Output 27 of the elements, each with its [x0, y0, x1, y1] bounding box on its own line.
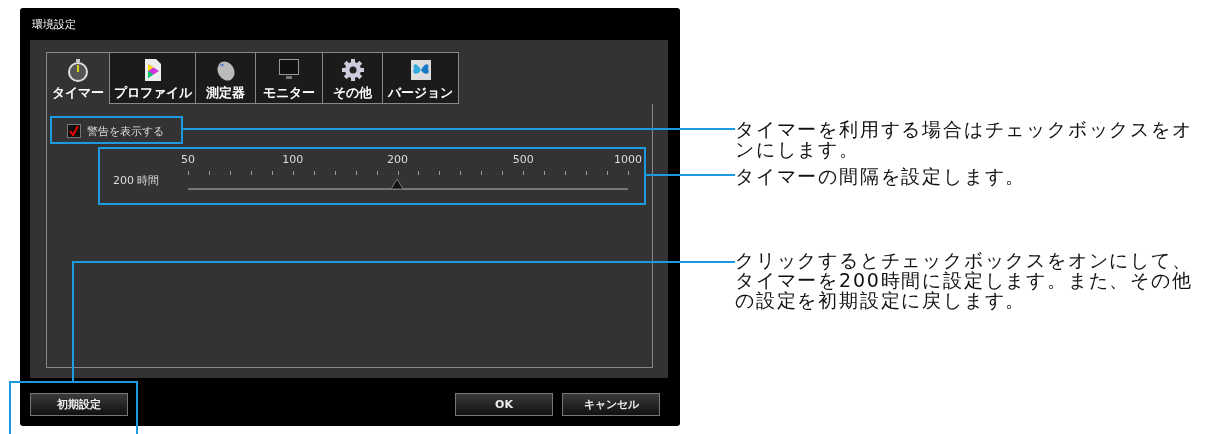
ok-button[interactable]: OK	[455, 393, 553, 416]
tab[interactable]: その他	[323, 52, 383, 104]
tick-label: 100	[282, 153, 304, 167]
tab[interactable]: 測定器	[196, 52, 256, 104]
window-title: 環境設定	[32, 16, 76, 32]
annotation-text: タイマーの間隔を設定します。	[735, 166, 1027, 186]
tab[interactable]: プロファイル	[110, 52, 196, 104]
reset-button[interactable]: 初期設定	[30, 393, 128, 416]
check-icon	[69, 126, 79, 136]
tick-label: 500	[512, 153, 534, 167]
tick-label: 1000	[614, 153, 642, 167]
tab[interactable]: バージョン	[383, 52, 459, 104]
tab[interactable]: モニター	[256, 52, 323, 104]
gear-icon	[340, 58, 365, 82]
annotation-text: タイマーを利用する場合はチェックボックスをオ ンにします。	[735, 119, 1193, 159]
tick-label: 50	[181, 153, 195, 167]
interval-reading: 200 時間	[113, 172, 161, 188]
checkbox[interactable]	[67, 124, 81, 138]
butterfly-icon	[408, 58, 433, 82]
annotation-text: クリックするとチェックボックスをオンにして、 タイマーを200時間に設定します。また、その他 の設定を初期設定に戻します。	[735, 250, 1193, 310]
monitor-icon	[277, 58, 301, 82]
checkbox-label: 警告を表示する	[87, 123, 164, 139]
slider-thumb[interactable]	[391, 179, 404, 189]
tick-label: 200	[387, 153, 408, 167]
tab[interactable]: タイマー	[46, 52, 110, 104]
stopwatch-icon	[66, 58, 90, 82]
cancel-button[interactable]: キャンセル	[562, 393, 660, 416]
